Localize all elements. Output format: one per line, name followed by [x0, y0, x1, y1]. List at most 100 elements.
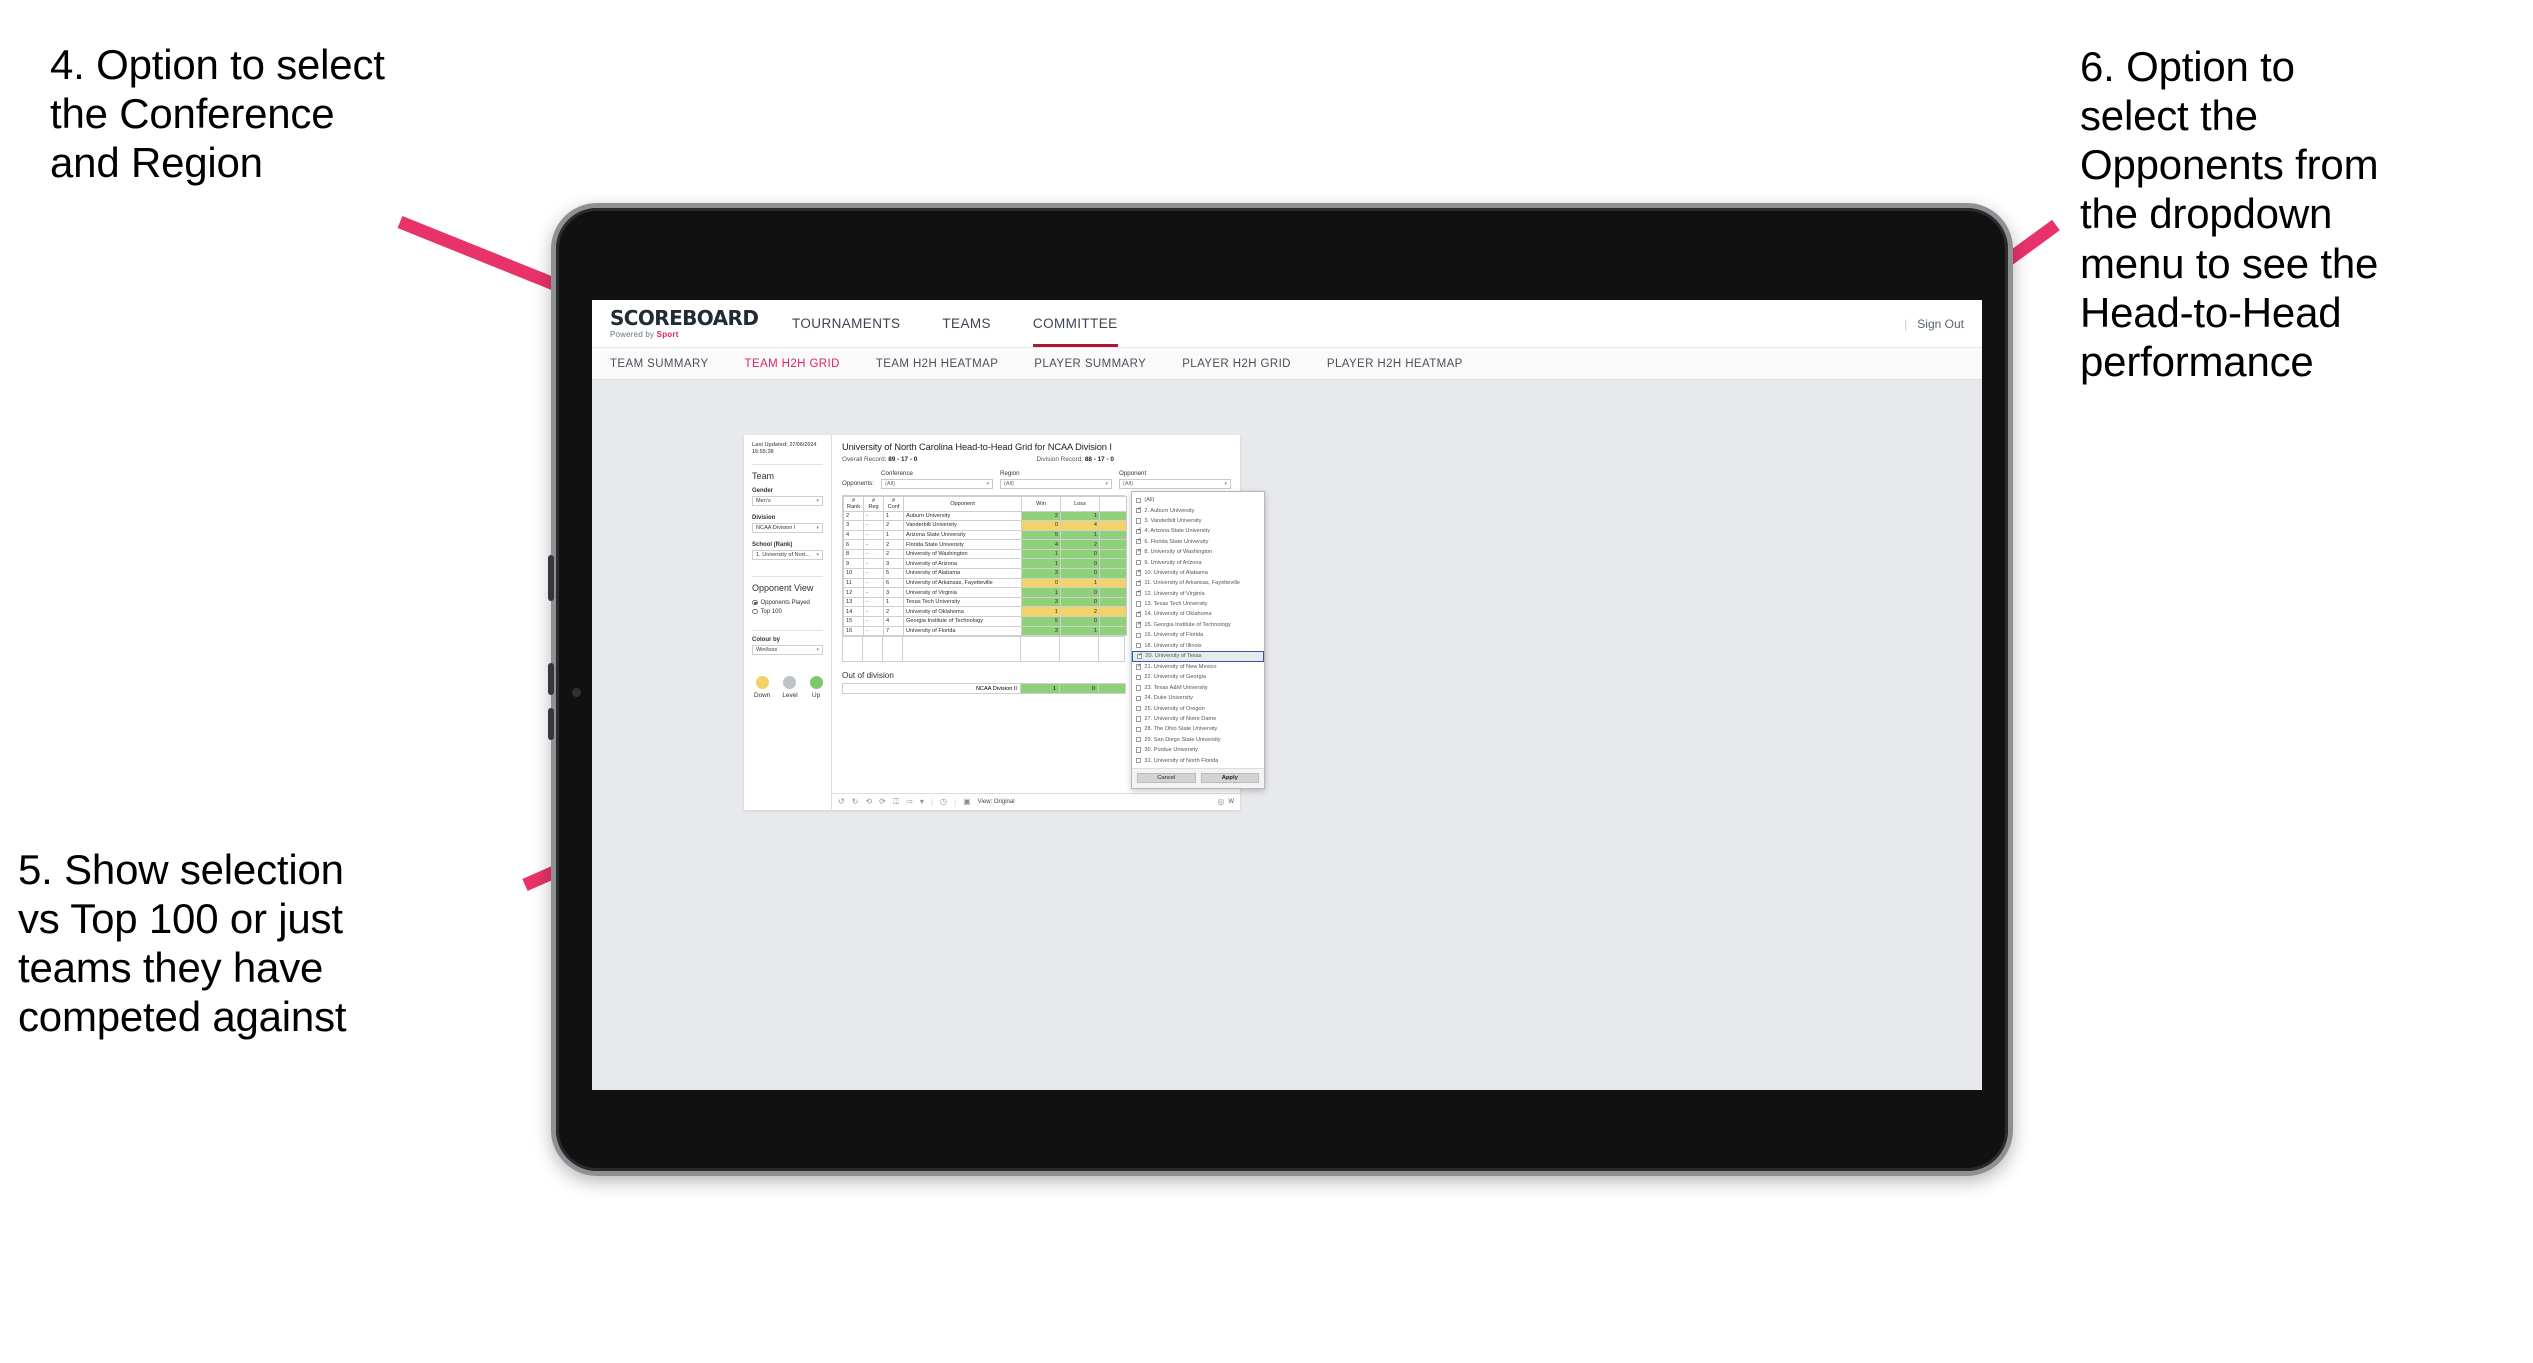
- checkbox-checked-icon[interactable]: [1136, 528, 1142, 535]
- opponent-option[interactable]: 29. San Diego State University: [1132, 735, 1264, 745]
- undo-icon[interactable]: ↺: [838, 798, 845, 806]
- opponent-option[interactable]: (All): [1132, 495, 1264, 505]
- watch-icon[interactable]: ◎: [1217, 798, 1224, 806]
- opponent-option[interactable]: 28. The Ohio State University: [1132, 724, 1264, 734]
- checkbox-unchecked-icon[interactable]: [1136, 685, 1142, 691]
- table-row[interactable]: 16-7 University of Florida 3 1: [843, 625, 1127, 637]
- sign-out-link[interactable]: Sign Out: [1917, 317, 1964, 331]
- table-row[interactable]: 3-2 Vanderbilt University 0 4: [843, 520, 1127, 531]
- opponent-option[interactable]: 20. University of Texas: [1132, 650, 1264, 662]
- table-row[interactable]: 2-1 Auburn University 2 1: [843, 510, 1127, 522]
- tab-player-h2h-grid[interactable]: PLAYER H2H GRID: [1182, 358, 1291, 370]
- power-button[interactable]: [548, 555, 554, 601]
- volume-up-button[interactable]: [548, 663, 554, 695]
- opponent-option[interactable]: 27. University of Notre Dame: [1132, 714, 1264, 724]
- radio-opponents-played[interactable]: Opponents Played: [752, 600, 823, 606]
- opponent-option[interactable]: 18. University of Illinois: [1132, 640, 1264, 650]
- checkbox-checked-icon[interactable]: [1136, 622, 1142, 628]
- radio-top-100[interactable]: Top 100: [752, 609, 823, 615]
- checkbox-unchecked-icon[interactable]: [1136, 601, 1142, 607]
- checkbox-unchecked-icon[interactable]: [1136, 747, 1142, 753]
- opponent-option[interactable]: 2. Auburn University: [1132, 505, 1264, 515]
- table-row[interactable]: 6-2 Florida State University 4 2: [843, 539, 1127, 550]
- opponent-option[interactable]: 21. University of New Mexico: [1132, 662, 1264, 672]
- view-label[interactable]: View: Original: [978, 799, 1015, 805]
- opponent-option[interactable]: 3. Vanderbilt University: [1132, 516, 1264, 526]
- tab-player-h2h-heatmap[interactable]: PLAYER H2H HEATMAP: [1327, 358, 1463, 370]
- opponent-option[interactable]: 24. Duke University: [1132, 693, 1264, 703]
- checkbox-unchecked-icon[interactable]: [1136, 757, 1142, 764]
- opponent-option[interactable]: 16. University of Florida: [1132, 630, 1264, 640]
- cancel-button[interactable]: Cancel: [1137, 772, 1196, 783]
- opponent-option[interactable]: 12. University of Virginia: [1132, 589, 1264, 599]
- opponent-option[interactable]: 4. Arizona State University: [1132, 526, 1264, 536]
- table-row[interactable]: 4-1 Arizona State University 5 1: [843, 529, 1127, 541]
- checkbox-unchecked-icon[interactable]: [1136, 695, 1142, 701]
- checkbox-checked-icon[interactable]: [1136, 611, 1142, 618]
- checkbox-unchecked-icon[interactable]: [1136, 674, 1142, 681]
- volume-down-button[interactable]: [548, 708, 554, 740]
- view-icon[interactable]: ▣: [963, 798, 971, 806]
- revert-icon[interactable]: ⟲: [865, 798, 872, 806]
- table-row[interactable]: 13-1 Texas Tech University 3 0: [843, 596, 1127, 608]
- checkbox-unchecked-icon[interactable]: [1136, 559, 1142, 566]
- checkbox-checked-icon[interactable]: [1136, 580, 1142, 587]
- opponent-option[interactable]: 13. Texas Tech University: [1132, 599, 1264, 609]
- pause-data-icon[interactable]: ⎅: [893, 798, 899, 806]
- opponent-option[interactable]: 25. University of Oregon: [1132, 703, 1264, 713]
- opponent-dropdown-menu[interactable]: (All) 2. Auburn University 3. Vanderbilt U…: [1131, 491, 1265, 789]
- tab-team-h2h-heatmap[interactable]: TEAM H2H HEATMAP: [876, 358, 998, 370]
- checkbox-unchecked-icon[interactable]: [1136, 716, 1142, 722]
- opponent-option[interactable]: 10. University of Alabama: [1132, 568, 1264, 578]
- history-icon[interactable]: ◷: [940, 798, 947, 806]
- checkbox-checked-icon[interactable]: [1136, 507, 1142, 514]
- opponent-option[interactable]: 30. Purdue University: [1132, 745, 1264, 755]
- opponent-option[interactable]: 6. Florida State University: [1132, 537, 1264, 547]
- checkbox-unchecked-icon[interactable]: [1136, 518, 1142, 524]
- checkbox-checked-icon[interactable]: [1136, 538, 1142, 545]
- chevron-down-icon[interactable]: ▾: [920, 798, 924, 806]
- nav-item-committee[interactable]: COMMITTEE: [1032, 300, 1118, 347]
- checkbox-unchecked-icon[interactable]: [1136, 497, 1142, 503]
- region-filter-select[interactable]: (All) ▾: [1000, 479, 1112, 489]
- apply-button[interactable]: Apply: [1200, 772, 1259, 783]
- nav-item-teams[interactable]: TEAMS: [942, 300, 991, 347]
- share-icon[interactable]: ⇨: [906, 798, 913, 806]
- opponent-option[interactable]: 15. Georgia Institute of Technology: [1132, 620, 1264, 630]
- table-row[interactable]: 10-5 University of Alabama 3 0: [843, 568, 1127, 579]
- opponent-filter-select[interactable]: (All) ▾: [1119, 479, 1231, 489]
- checkbox-unchecked-icon[interactable]: [1136, 705, 1142, 712]
- tab-team-h2h-grid[interactable]: TEAM H2H GRID: [745, 358, 840, 370]
- division-select[interactable]: NCAA Division I ▾: [752, 522, 823, 533]
- opponent-option[interactable]: 31. University of North Florida: [1132, 755, 1264, 765]
- gender-select[interactable]: Men's ▾: [752, 495, 823, 506]
- tab-player-summary[interactable]: PLAYER SUMMARY: [1034, 358, 1146, 370]
- table-row[interactable]: 12-3 University of Virginia 1 0: [843, 587, 1127, 598]
- checkbox-checked-icon[interactable]: [1136, 590, 1142, 597]
- checkbox-unchecked-icon[interactable]: [1136, 632, 1142, 638]
- conference-filter-select[interactable]: (All) ▾: [881, 479, 993, 489]
- opponent-option[interactable]: 8. University of Washington: [1132, 547, 1264, 557]
- nav-item-tournaments[interactable]: TOURNAMENTS: [792, 300, 900, 347]
- brand-logo[interactable]: SCOREBOARD Powered by Sport: [610, 308, 759, 339]
- opponent-option[interactable]: 9. University of Arizona: [1132, 557, 1264, 567]
- opponent-option[interactable]: 14. University of Oklahoma: [1132, 609, 1264, 619]
- checkbox-checked-icon[interactable]: [1136, 570, 1142, 576]
- colour-by-select[interactable]: Win/loss ▾: [752, 644, 823, 655]
- checkbox-checked-icon[interactable]: [1136, 549, 1142, 555]
- table-row[interactable]: 9-3 University of Arizona 1 0: [843, 558, 1127, 570]
- checkbox-unchecked-icon[interactable]: [1136, 737, 1142, 743]
- refresh-data-icon[interactable]: ⟳: [879, 798, 886, 806]
- opponent-option[interactable]: 23. Texas A&M University: [1132, 683, 1264, 693]
- school-select[interactable]: 1. University of Nort... ▾: [752, 549, 823, 560]
- checkbox-checked-icon[interactable]: [1136, 664, 1142, 670]
- table-row[interactable]: 8-2 University of Washington 1 0: [843, 548, 1127, 560]
- redo-icon[interactable]: ↻: [852, 798, 859, 806]
- tab-team-summary[interactable]: TEAM SUMMARY: [610, 358, 709, 370]
- checkbox-checked-icon[interactable]: [1137, 653, 1143, 660]
- table-row[interactable]: 14-2 University of Oklahoma 1 2: [843, 606, 1127, 618]
- opponent-option[interactable]: 22. University of Georgia: [1132, 672, 1264, 682]
- opponent-option[interactable]: 11. University of Arkansas, Fayetteville: [1132, 578, 1264, 588]
- table-row[interactable]: 11-6 University of Arkansas, Fayetteville…: [843, 577, 1127, 589]
- checkbox-unchecked-icon[interactable]: [1136, 642, 1142, 649]
